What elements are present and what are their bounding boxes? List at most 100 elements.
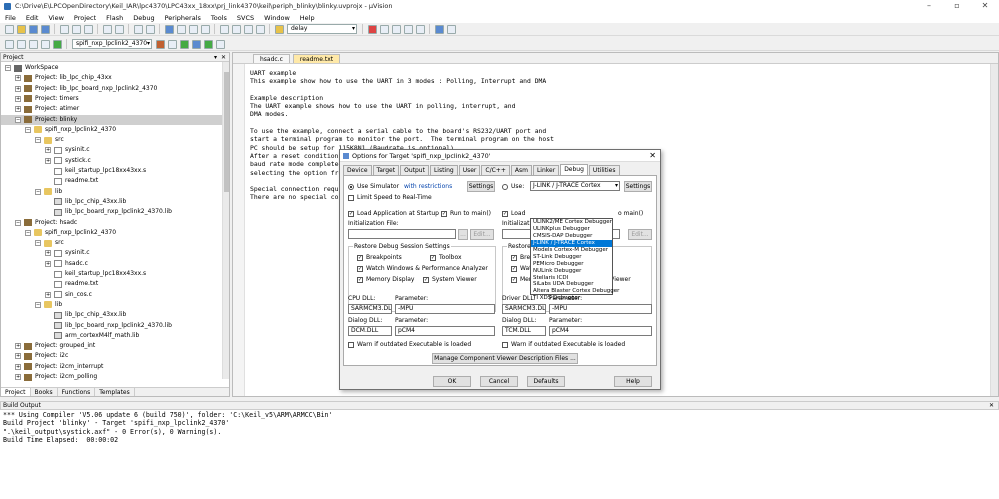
run-main-checkbox[interactable]: ✓ <box>441 211 447 217</box>
disable-breakpoints-icon[interactable] <box>403 24 413 34</box>
expand-toggle-icon[interactable]: − <box>15 116 21 123</box>
build-icon[interactable] <box>16 39 26 49</box>
debugger-option[interactable]: Altera Blaster Cortex Debugger <box>531 288 619 295</box>
tree-item[interactable]: + Project: atimer <box>15 104 79 114</box>
load-app-checkbox[interactable]: ✓ <box>348 211 354 217</box>
comment-icon[interactable] <box>243 24 253 34</box>
menu-flash[interactable]: Flash <box>101 14 128 22</box>
cpu-dll-input[interactable]: SARMCM3.DLL <box>348 304 392 314</box>
tree-item[interactable]: − src <box>35 238 64 248</box>
expand-toggle-icon[interactable]: − <box>25 126 31 133</box>
tree-item[interactable]: + Project: grouped_int <box>15 341 95 351</box>
tree-item[interactable]: + Project: i2cm_polling <box>15 372 97 382</box>
next-bookmark-icon[interactable] <box>188 24 198 34</box>
tree-item[interactable]: lib_lpc_chip_43xx.lib <box>45 197 126 207</box>
init-file-right-edit-button[interactable]: Edit... <box>628 229 652 240</box>
menu-peripherals[interactable]: Peripherals <box>160 14 206 22</box>
debugger-option[interactable]: TI XDS Debugger <box>531 295 612 302</box>
expand-toggle-icon[interactable]: − <box>35 137 41 144</box>
dialog-tab-output[interactable]: Output <box>400 165 429 175</box>
tree-item[interactable]: keil_startup_lpc18xx43xx.s <box>45 269 146 279</box>
tree-item[interactable]: lib_lpc_board_nxp_lpclink2_4370.lib <box>45 321 172 331</box>
memory-display-checkbox[interactable]: ✓ <box>357 277 363 283</box>
tree-item[interactable]: lib_lpc_board_nxp_lpclink2_4370.lib <box>45 207 172 217</box>
indent-icon[interactable] <box>219 24 229 34</box>
translate-icon[interactable] <box>4 39 14 49</box>
dialog-tab-cc[interactable]: C/C++ <box>481 165 510 175</box>
minimize-button[interactable]: – <box>915 0 943 12</box>
tree-item[interactable]: + sysinit.c <box>45 248 90 258</box>
use-debugger-radio[interactable] <box>502 184 508 190</box>
download-icon[interactable] <box>52 39 62 49</box>
tree-item[interactable]: − spifi_nxp_lpclink2_4370 <box>25 228 116 238</box>
close-button[interactable]: ✕ <box>971 0 999 12</box>
toolbox-checkbox[interactable]: ✓ <box>430 255 436 261</box>
find-in-files-icon[interactable] <box>274 24 284 34</box>
editor-tab[interactable]: readme.txt <box>292 54 341 63</box>
menu-edit[interactable]: Edit <box>21 14 44 22</box>
use-simulator-radio[interactable] <box>348 184 354 190</box>
tree-item[interactable]: − WorkSpace <box>5 63 58 73</box>
defaults-button[interactable]: Defaults <box>527 376 565 387</box>
dialog-dll-right-input[interactable]: TCM.DLL <box>502 326 546 336</box>
cut-icon[interactable] <box>59 24 69 34</box>
expand-toggle-icon[interactable]: − <box>15 219 21 226</box>
init-file-input[interactable] <box>348 229 456 239</box>
breakpoints-checkbox[interactable]: ✓ <box>357 255 363 261</box>
menu-tools[interactable]: Tools <box>206 14 232 22</box>
debugger-option[interactable]: ULINKplus Debugger <box>531 226 612 233</box>
nav-back-icon[interactable] <box>133 24 143 34</box>
copy-icon[interactable] <box>71 24 81 34</box>
packs-installer-icon[interactable] <box>215 39 225 49</box>
cancel-button[interactable]: Cancel <box>480 376 518 387</box>
batch-build-icon[interactable] <box>40 39 50 49</box>
tree-item[interactable]: arm_cortexM4lf_math.lib <box>45 331 139 341</box>
find-combo[interactable]: delay <box>287 24 357 34</box>
panel-tab-books[interactable]: Books <box>31 388 58 396</box>
tree-item[interactable]: + systick.c <box>45 156 91 166</box>
debugger-option[interactable]: ULINK2/ME Cortex Debugger <box>531 219 612 226</box>
pin-icon[interactable]: ▾ <box>214 53 217 62</box>
load-app-right-checkbox[interactable]: ✓ <box>502 211 508 217</box>
watch-windows-checkbox[interactable]: ✓ <box>357 266 363 272</box>
enable-breakpoint-icon[interactable] <box>391 24 401 34</box>
debugger-option[interactable]: Stellaris ICDI <box>531 275 612 282</box>
select-packs-icon[interactable] <box>191 39 201 49</box>
paste-icon[interactable] <box>83 24 93 34</box>
window-layout-icon[interactable] <box>434 24 444 34</box>
dialog-tab-device[interactable]: Device <box>343 165 372 175</box>
tree-item[interactable]: + Project: i2c <box>15 351 68 361</box>
tree-item[interactable]: + sin_cos.c <box>45 290 92 300</box>
expand-toggle-icon[interactable]: + <box>45 260 51 267</box>
expand-toggle-icon[interactable]: + <box>45 157 51 164</box>
dialog-tab-debug[interactable]: Debug <box>560 164 588 175</box>
warn-outdated-right-checkbox[interactable] <box>502 342 508 348</box>
expand-toggle-icon[interactable]: + <box>15 85 21 92</box>
dialog-tab-linker[interactable]: Linker <box>532 165 560 175</box>
expand-toggle-icon[interactable]: + <box>45 291 51 298</box>
dialog-tab-asm[interactable]: Asm <box>510 165 532 175</box>
panel-tab-templates[interactable]: Templates <box>95 388 135 396</box>
with-restrictions-link[interactable]: with restrictions <box>404 183 452 190</box>
dialog-tab-listing[interactable]: Listing <box>429 165 458 175</box>
help-button[interactable]: Help <box>614 376 652 387</box>
menu-debug[interactable]: Debug <box>128 14 159 22</box>
start-debug-icon[interactable] <box>367 24 377 34</box>
editor-scrollbar[interactable] <box>990 64 998 396</box>
init-file-edit-button[interactable]: Edit... <box>470 229 494 240</box>
init-file-browse-button[interactable]: ... <box>458 229 468 240</box>
run-time-env-icon[interactable] <box>203 39 213 49</box>
expand-toggle-icon[interactable]: + <box>15 75 21 82</box>
ok-button[interactable]: OK <box>433 376 471 387</box>
debugger-settings-button[interactable]: Settings <box>624 181 652 192</box>
expand-toggle-icon[interactable]: + <box>15 95 21 102</box>
debugger-option[interactable]: NULink Debugger <box>531 268 612 275</box>
open-folder-icon[interactable] <box>16 24 26 34</box>
rebuild-icon[interactable] <box>28 39 38 49</box>
debugger-dropdown-list[interactable]: ULINK2/ME Cortex Debugger ULINKplus Debug… <box>530 218 619 301</box>
insert-breakpoint-icon[interactable] <box>379 24 389 34</box>
debugger-option[interactable]: CMSIS-DAP Debugger <box>531 233 612 240</box>
tree-item[interactable]: − src <box>35 135 64 145</box>
tree-item[interactable]: − Project: hsadc <box>15 218 77 228</box>
bookmark-icon[interactable] <box>164 24 174 34</box>
